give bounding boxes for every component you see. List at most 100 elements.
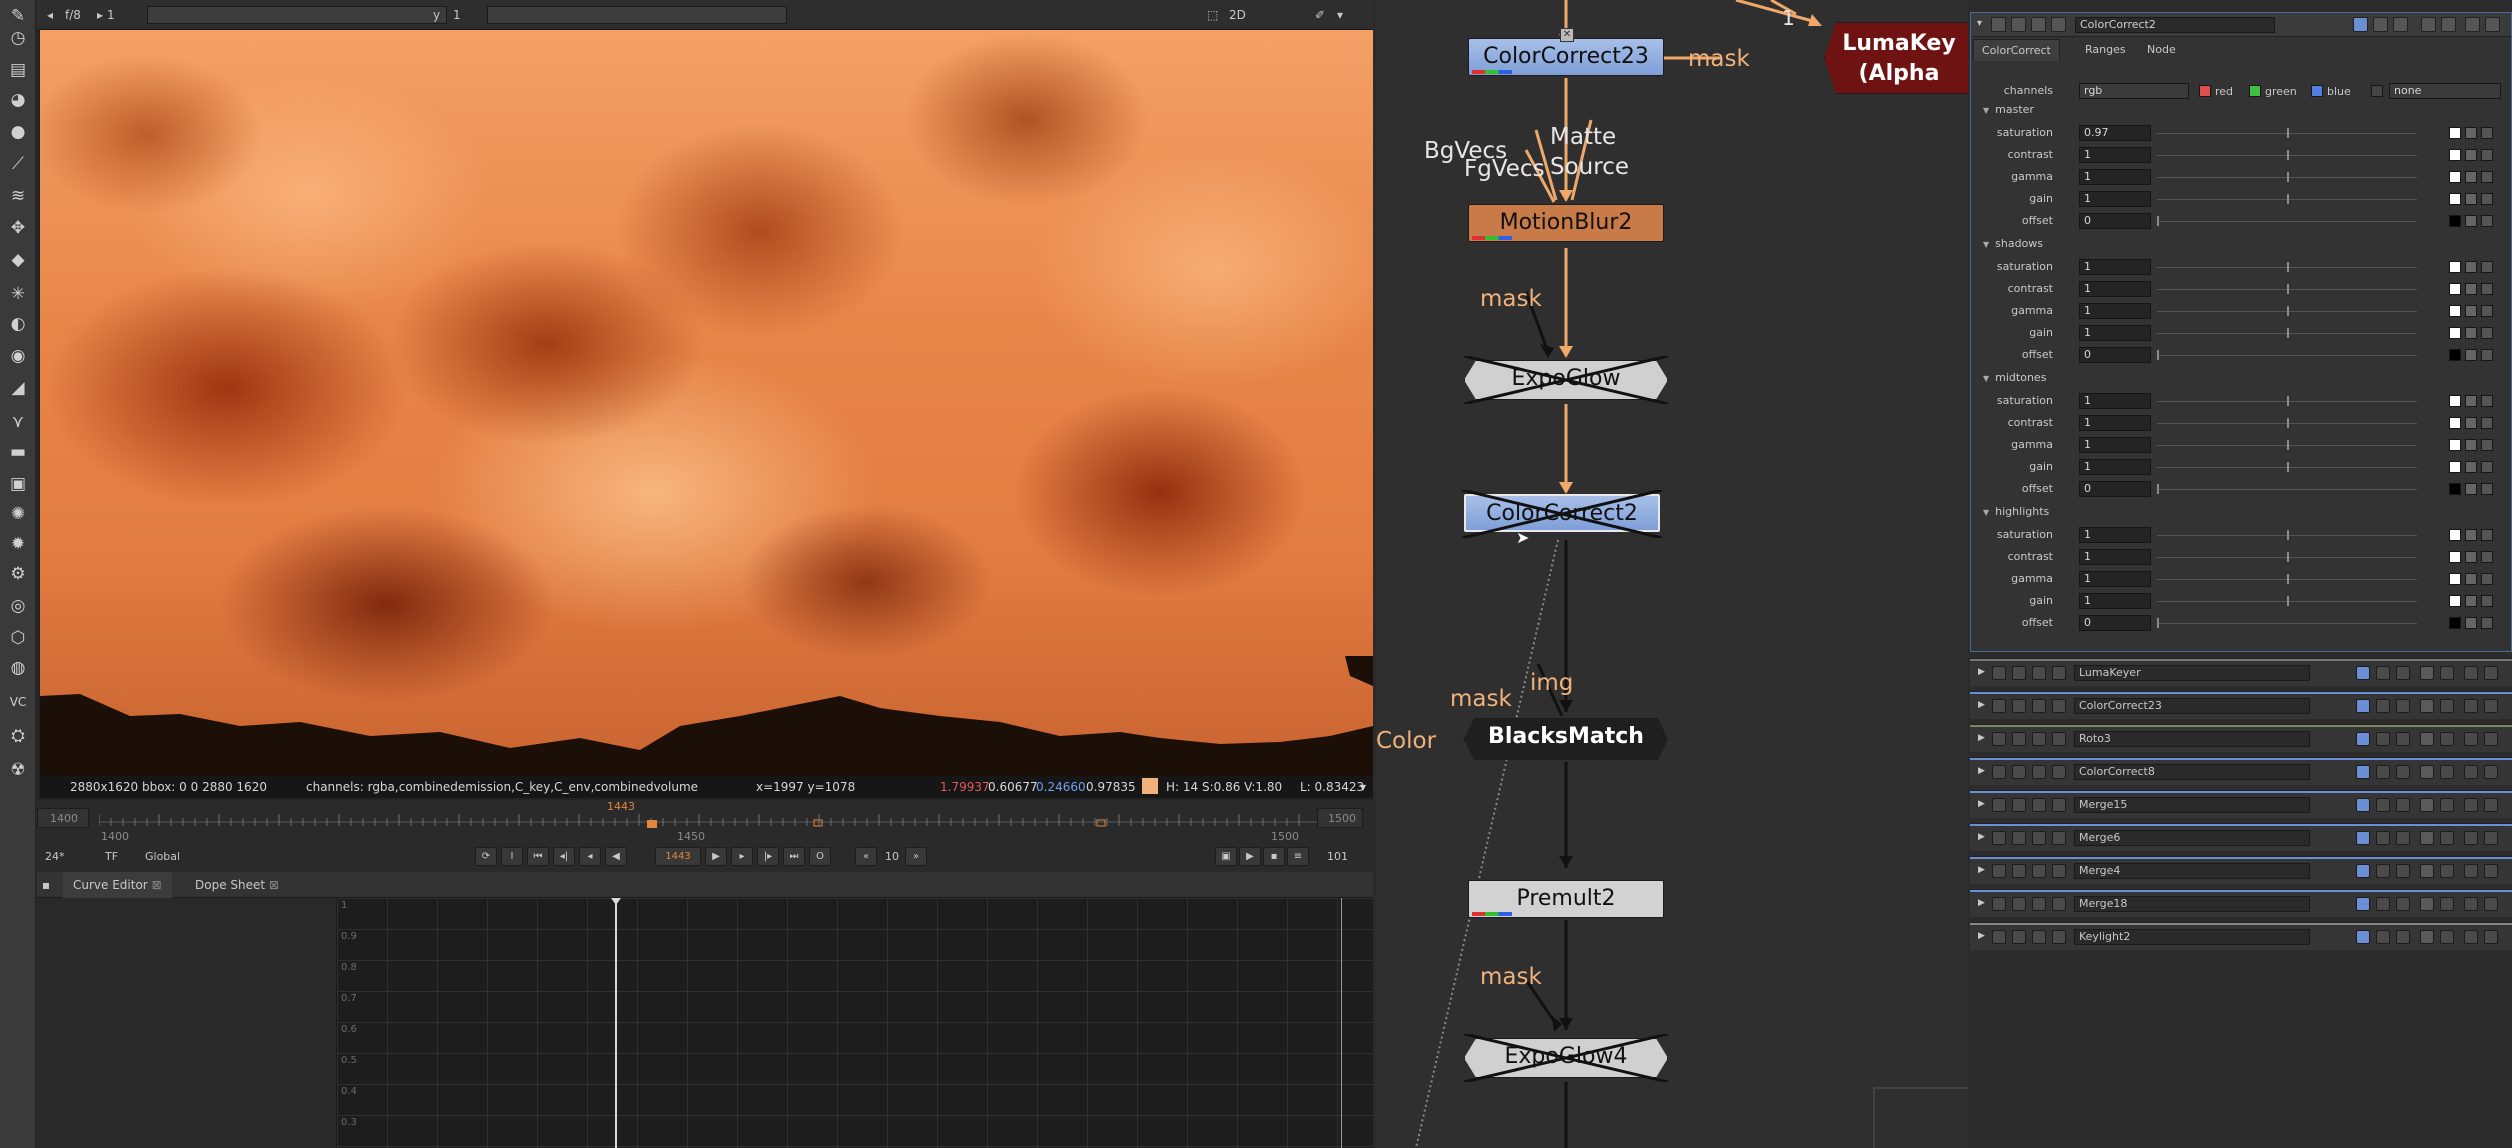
channel-split-icon[interactable] [2481, 349, 2493, 361]
channel-split-icon[interactable] [2481, 149, 2493, 161]
color-picker-icon[interactable] [2465, 215, 2477, 227]
channel-split-icon[interactable] [2481, 193, 2493, 205]
node-panel-roto3[interactable]: ▶ Roto3 [1970, 724, 2512, 752]
merge-icon[interactable]: ⋎ [6, 410, 30, 434]
cache-icon[interactable]: ≡ [1287, 847, 1309, 866]
float-panel-icon[interactable] [2012, 864, 2026, 878]
y-value[interactable]: 1 [453, 8, 461, 22]
channels-dropdown[interactable]: rgb [2079, 83, 2189, 99]
saturation-color-swatch[interactable] [2449, 395, 2461, 407]
step-forward-icon[interactable]: ▸ [731, 847, 753, 866]
float-panel-icon[interactable] [2012, 765, 2026, 779]
gain-slider[interactable] [2157, 462, 2417, 472]
contrast-color-swatch[interactable] [2449, 283, 2461, 295]
color-picker-icon[interactable] [2465, 617, 2477, 629]
gain-color-swatch[interactable] [2449, 193, 2461, 205]
input-icon[interactable] [2376, 732, 2390, 746]
help-icon[interactable] [2464, 897, 2478, 911]
offset-field[interactable]: 0 [2079, 481, 2151, 497]
layers-icon[interactable]: ▤ [6, 58, 30, 82]
view-node-icon[interactable] [2356, 831, 2370, 845]
help-icon[interactable] [2464, 798, 2478, 812]
undo-icon[interactable] [2420, 831, 2434, 845]
saturation-field[interactable]: 1 [2079, 259, 2151, 275]
channel-split-icon[interactable] [2481, 595, 2493, 607]
channel-split-icon[interactable] [2481, 617, 2493, 629]
gain-slider[interactable] [2157, 194, 2417, 204]
red-checkbox[interactable] [2199, 85, 2211, 97]
float-panel-icon[interactable] [2012, 732, 2026, 746]
channel-split-icon[interactable] [2481, 551, 2493, 563]
vc-icon[interactable]: VC [6, 690, 30, 714]
output-icon[interactable] [2396, 798, 2410, 812]
gain-field[interactable]: 1 [2079, 191, 2151, 207]
mask-dropdown[interactable]: none [2389, 83, 2501, 99]
tab-dope-sheet[interactable]: Dope Sheet ⊠ [185, 872, 289, 898]
gamma-color-swatch[interactable] [2449, 171, 2461, 183]
node-panel-colorcorrect8[interactable]: ▶ ColorCorrect8 [1970, 757, 2512, 785]
view-node-icon[interactable] [2356, 930, 2370, 944]
undo-icon[interactable] [2420, 765, 2434, 779]
gamma-field[interactable]: 1 [2079, 303, 2151, 319]
current-frame-field[interactable]: 1443 [655, 847, 701, 866]
expand-icon[interactable]: ▶ [1978, 766, 1985, 776]
input-icon[interactable] [2376, 765, 2390, 779]
color-picker-icon[interactable] [2465, 193, 2477, 205]
play-back-icon[interactable]: ◀ [605, 847, 627, 866]
node-panel-name[interactable]: Merge15 [2074, 797, 2310, 813]
saturation-slider[interactable] [2157, 396, 2417, 406]
close-panel-icon[interactable] [1992, 666, 2006, 680]
settings-icon[interactable]: ⬡ [6, 626, 30, 650]
gamma-slider[interactable] [487, 6, 787, 24]
undo-icon[interactable] [2420, 798, 2434, 812]
presets-icon[interactable] [2052, 666, 2066, 680]
close-icon[interactable] [2484, 798, 2498, 812]
expand-icon[interactable]: ▶ [1978, 832, 1985, 842]
close-panel-icon[interactable] [1992, 864, 2006, 878]
presets-icon[interactable] [2052, 831, 2066, 845]
input-icon[interactable] [2376, 798, 2390, 812]
expand-icon[interactable]: ▶ [1978, 799, 1985, 809]
contrast-field[interactable]: 1 [2079, 415, 2151, 431]
particle-icon[interactable]: ✳ [6, 282, 30, 306]
cube-icon[interactable]: ◆ [6, 248, 30, 272]
color-picker-icon[interactable] [2465, 127, 2477, 139]
curve-graph[interactable]: 1 0.9 0.8 0.7 0.6 0.5 0.4 0.3 [337, 898, 1373, 1148]
gain-field[interactable]: 1 [2079, 325, 2151, 341]
skip-back-icon[interactable]: « [855, 847, 877, 866]
close-panel-icon[interactable] [1992, 732, 2006, 746]
in-point-field[interactable]: 1400 [37, 808, 89, 828]
color-picker-icon[interactable] [2465, 171, 2477, 183]
particles-icon[interactable]: ✹ [6, 532, 30, 556]
last-frame-value[interactable]: 101 [1327, 850, 1348, 863]
close-icon[interactable] [2484, 864, 2498, 878]
expand-icon[interactable]: ▶ [1978, 667, 1985, 677]
float-panel-icon[interactable] [2012, 897, 2026, 911]
first-frame-icon[interactable]: ⏮ [527, 847, 549, 866]
offset-slider[interactable] [2157, 484, 2417, 494]
output-icon[interactable] [2396, 699, 2410, 713]
next-key-icon[interactable]: |▸ [757, 847, 779, 866]
output-icon[interactable] [2396, 666, 2410, 680]
contrast-slider[interactable] [2157, 552, 2417, 562]
channel-split-icon[interactable] [2481, 127, 2493, 139]
view-node-icon[interactable] [2356, 699, 2370, 713]
contrast-slider[interactable] [2157, 150, 2417, 160]
presets-icon[interactable] [2052, 930, 2066, 944]
filter-icon[interactable]: ✺ [6, 502, 30, 526]
gain-slider[interactable] [2157, 596, 2417, 606]
close-panel-icon[interactable] [1992, 798, 2006, 812]
input-icon[interactable] [2376, 831, 2390, 845]
python-icon[interactable] [2032, 732, 2046, 746]
node-panel-name[interactable]: Keylight2 [2074, 929, 2310, 945]
alpha-checkbox[interactable] [2371, 85, 2383, 97]
playhead-line[interactable] [615, 898, 617, 1148]
color-picker-icon[interactable] [2465, 573, 2477, 585]
section-master[interactable]: master [1983, 103, 2034, 116]
help-icon[interactable] [2464, 930, 2478, 944]
fstop-value[interactable]: f/8 [65, 8, 81, 22]
view-node-icon[interactable] [2353, 17, 2368, 32]
node-graph[interactable]: ColorCorrect23 ✕ LumaKey (Alpha MotionBl… [1376, 0, 1968, 1148]
offset-color-swatch[interactable] [2449, 215, 2461, 227]
gamma-color-swatch[interactable] [2449, 305, 2461, 317]
